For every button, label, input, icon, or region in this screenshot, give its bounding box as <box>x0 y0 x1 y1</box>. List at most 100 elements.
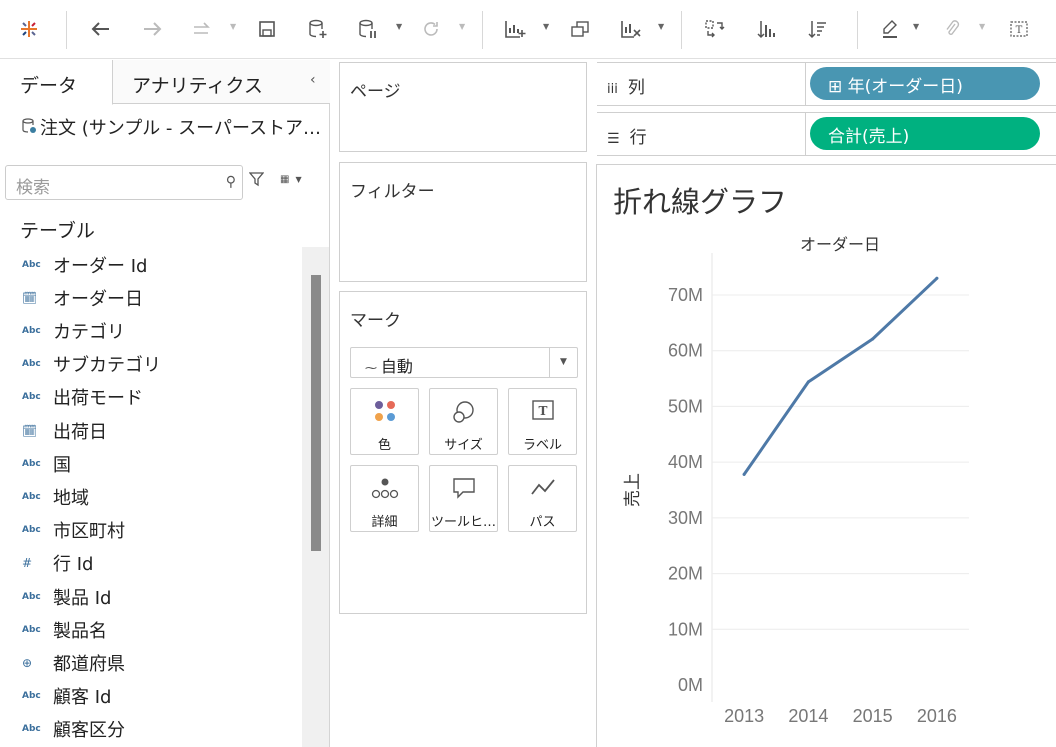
datasource-label: 注文 (サンプル - スーパーストア… <box>40 118 322 139</box>
field-item[interactable]: Abc 地域 <box>0 481 300 513</box>
datasource-name[interactable]: 注文 (サンプル - スーパーストア… <box>22 114 322 140</box>
table-header: テーブル <box>20 220 95 242</box>
field-item[interactable]: 🗓 オーダー日 <box>0 282 300 314</box>
field-item[interactable]: Abc カテゴリ <box>0 315 300 347</box>
globe-icon: ⊕ <box>22 656 33 670</box>
pages-card-title: ページ <box>350 82 401 102</box>
chevron-down-icon[interactable]: ▼ <box>913 22 919 31</box>
columns-shelf-label: iii 列 <box>607 78 645 98</box>
collapse-pane-icon[interactable]: ‹ <box>310 72 316 88</box>
string-type-icon: Abc <box>22 359 41 369</box>
path-button[interactable]: パス <box>508 465 577 532</box>
tooltip-icon <box>430 476 497 502</box>
search-icon: ⚲ <box>225 174 236 190</box>
field-item[interactable]: Abc 製品 Id <box>0 581 300 613</box>
color-button[interactable]: 色 <box>350 388 419 455</box>
string-type-icon: Abc <box>22 326 41 336</box>
detail-button[interactable]: 詳細 <box>350 465 419 532</box>
string-type-icon: Abc <box>22 691 41 701</box>
string-type-icon: Abc <box>22 492 41 502</box>
field-item[interactable]: ⊕ 都道府県 <box>0 647 300 679</box>
field-item[interactable]: Abc 国 <box>0 448 300 480</box>
search-input[interactable]: 検索 ⚲ <box>5 165 243 200</box>
marks-card-title: マーク <box>350 311 401 331</box>
field-item[interactable]: Abc 製品名 <box>0 614 300 646</box>
line-chart[interactable]: 折れ線グラフオーダー日 0M 10M 20M 30M 40M 50M 60M 70M 売上 2013… <box>597 165 1056 747</box>
year-order-date-pill[interactable]: ⊞ 年(オーダー日) <box>810 67 1040 100</box>
x-tick-label: 2016 <box>917 706 957 726</box>
sheet-title: 折れ線グラフ <box>613 186 787 219</box>
mark-type-dropdown[interactable]: ⁓ 自動 ▼ <box>350 347 578 378</box>
y-tick-label: 30M <box>668 508 703 528</box>
filters-card[interactable]: フィルター <box>339 162 587 282</box>
label-icon: T <box>509 399 576 425</box>
label-button[interactable]: T ラベル <box>508 388 577 455</box>
field-item[interactable]: Abc 市区町村 <box>0 514 300 546</box>
refresh-icon[interactable] <box>417 16 445 42</box>
data-pane: データ アナリティクス ‹ 注文 (サンプル - スーパーストア… 検索 ⚲ ▦… <box>0 60 330 747</box>
highlight-icon[interactable] <box>876 16 904 42</box>
x-tick-label: 2015 <box>853 706 893 726</box>
chevron-down-icon: ▼ <box>549 348 577 377</box>
viz-pane: 折れ線グラフ オーダー日 0M 10M 20M 30M 40M 50M 60M 70M 売上 2013… <box>596 164 1056 747</box>
series-line[interactable] <box>742 276 939 476</box>
field-item[interactable]: Abc 出荷モード <box>0 381 300 413</box>
chevron-down-icon[interactable]: ▼ <box>658 22 664 31</box>
field-item[interactable]: Abc 顧客 Id <box>0 680 300 712</box>
duplicate-icon[interactable] <box>566 16 594 42</box>
datasource-icon <box>22 118 40 139</box>
sum-sales-pill[interactable]: 合計(売上) <box>810 117 1040 150</box>
string-type-icon: Abc <box>22 260 41 270</box>
scrollbar[interactable] <box>302 247 329 747</box>
field-item[interactable]: Abc サブカテゴリ <box>0 348 300 380</box>
y-tick-label: 20M <box>668 564 703 584</box>
date-type-icon: 🗓 <box>22 291 38 305</box>
save-icon[interactable] <box>253 16 281 42</box>
undo-icon[interactable] <box>87 16 115 42</box>
pause-updates-icon[interactable] <box>354 16 382 42</box>
string-type-icon: Abc <box>22 625 41 635</box>
x-tick-label: 2013 <box>724 706 764 726</box>
clear-sheet-icon[interactable] <box>617 16 645 42</box>
chevron-down-icon[interactable]: ▼ <box>543 22 549 31</box>
scrollbar-thumb[interactable] <box>311 275 321 551</box>
rows-icon: ☰ <box>607 131 620 147</box>
show-labels-icon[interactable]: T <box>1005 16 1033 42</box>
tooltip-button[interactable]: ツールヒ… <box>429 465 498 532</box>
filter-icon[interactable] <box>248 172 265 191</box>
data-point <box>935 276 939 280</box>
columns-shelf: iii 列 ⊞ 年(オーダー日) <box>597 62 1056 106</box>
sort-ascending-icon[interactable] <box>753 16 781 42</box>
chevron-down-icon[interactable]: ▼ <box>979 22 985 31</box>
string-type-icon: Abc <box>22 724 41 734</box>
tab-analytics[interactable]: アナリティクス <box>132 60 263 104</box>
field-item[interactable]: Abc 顧客区分 <box>0 713 300 745</box>
toolbar: ▼ ▼ ▼ ▼ ▼ ▼ ▼ T <box>0 0 1056 59</box>
field-item[interactable]: # 行 Id <box>0 547 300 579</box>
chevron-down-icon[interactable]: ▼ <box>230 22 236 31</box>
new-datasource-icon[interactable] <box>304 16 332 42</box>
view-options-icon[interactable]: ▦ ▼ <box>280 174 302 185</box>
pages-card[interactable]: ページ <box>339 62 587 152</box>
chevron-down-icon[interactable]: ▼ <box>396 22 402 31</box>
field-item[interactable]: 🗓 出荷日 <box>0 415 300 447</box>
svg-text:T: T <box>538 404 547 418</box>
swap-icon[interactable] <box>701 16 729 42</box>
string-type-icon: Abc <box>22 525 41 535</box>
attach-icon[interactable] <box>938 16 966 42</box>
data-point <box>871 337 875 341</box>
columns-icon: iii <box>607 82 618 97</box>
redo-icon[interactable] <box>138 16 166 42</box>
chevron-down-icon[interactable]: ▼ <box>459 22 465 31</box>
x-axis-title: オーダー日 <box>800 236 880 254</box>
sort-descending-icon[interactable] <box>804 16 832 42</box>
search-placeholder: 検索 <box>16 178 50 198</box>
new-worksheet-icon[interactable] <box>501 16 529 42</box>
size-button[interactable]: サイズ <box>429 388 498 455</box>
tableau-logo-icon[interactable] <box>15 16 43 42</box>
tab-data[interactable]: データ <box>0 60 113 105</box>
field-item[interactable]: Abc オーダー Id <box>0 249 300 281</box>
replay-icon[interactable] <box>188 16 216 42</box>
string-type-icon: Abc <box>22 392 41 402</box>
mark-type-value: 自動 <box>380 357 413 376</box>
